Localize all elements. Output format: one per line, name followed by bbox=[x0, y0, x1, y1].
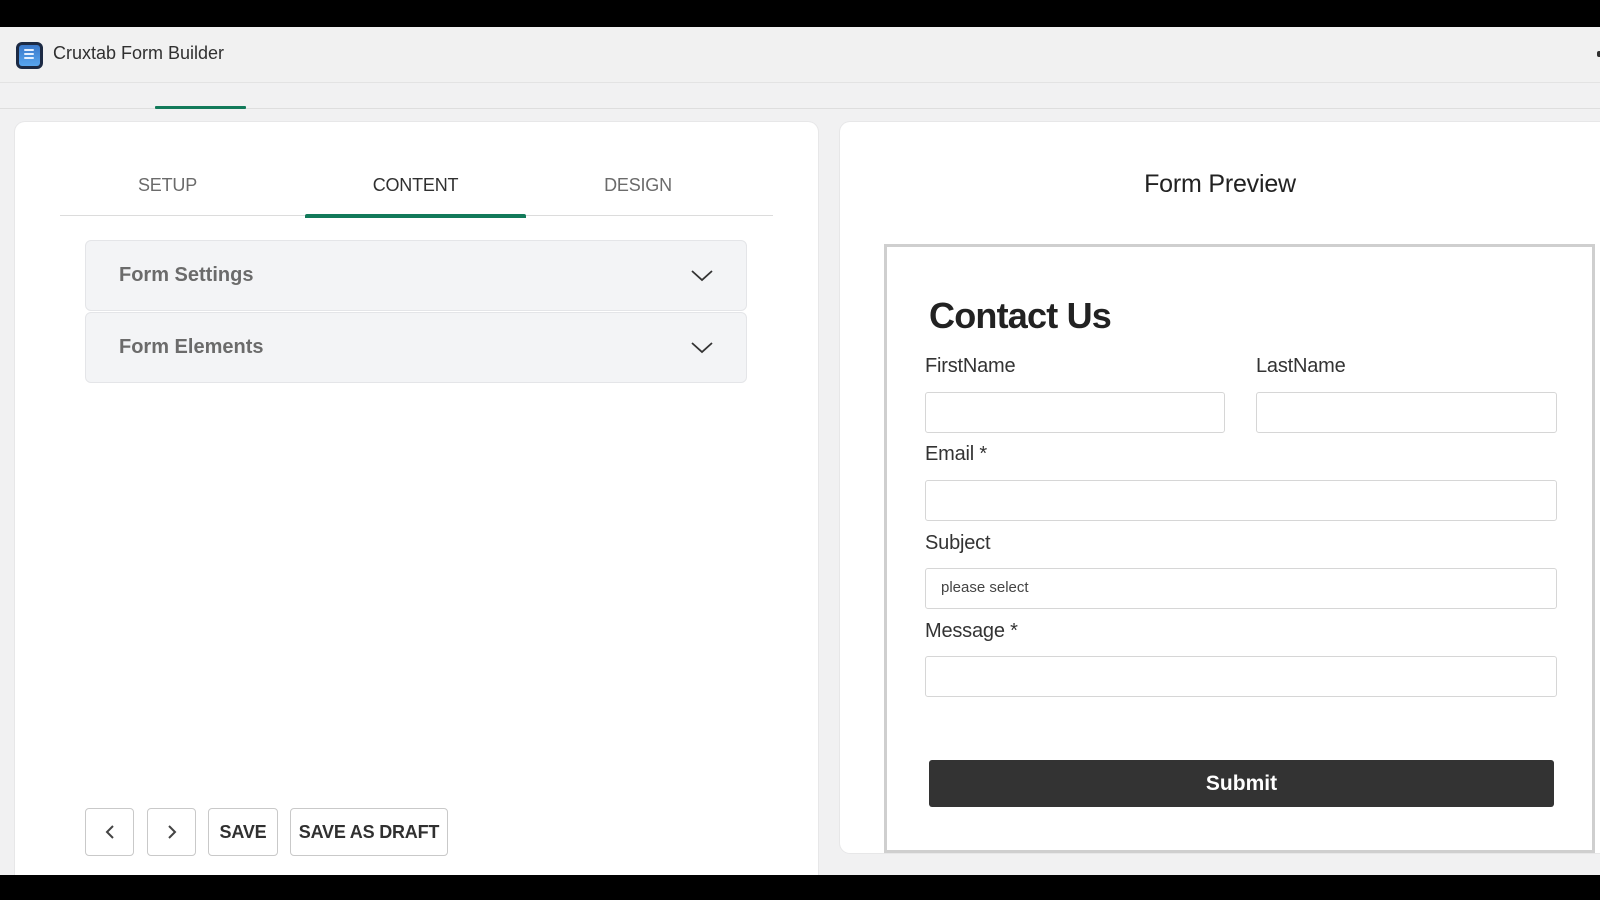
subject-label: Subject bbox=[925, 532, 991, 554]
last-name-input[interactable] bbox=[1256, 392, 1557, 433]
app-title: Cruxtab Form Builder bbox=[53, 43, 225, 63]
app-header: Cruxtab Form Builder bbox=[0, 27, 1600, 83]
screen-top-bezel bbox=[0, 0, 1600, 27]
accordion-title: Form Settings bbox=[119, 264, 254, 286]
chevron-down-icon bbox=[691, 342, 713, 354]
message-label: Message * bbox=[925, 620, 1018, 642]
accordion-form-elements[interactable]: Form Elements bbox=[85, 312, 747, 383]
email-label: Email * bbox=[925, 443, 987, 465]
next-button[interactable] bbox=[147, 808, 196, 856]
active-nav-indicator bbox=[155, 106, 246, 109]
submit-button[interactable]: Submit bbox=[929, 760, 1554, 807]
email-input[interactable] bbox=[925, 480, 1557, 521]
first-name-label: FirstName bbox=[925, 355, 1016, 377]
screen-bottom-bezel bbox=[0, 875, 1600, 900]
first-name-input[interactable] bbox=[925, 392, 1225, 433]
message-input[interactable] bbox=[925, 656, 1557, 697]
app-nav-strip bbox=[0, 84, 1600, 109]
form-preview-frame: Contact Us FirstName LastName Email * Su… bbox=[884, 244, 1595, 853]
preview-title: Form Preview bbox=[1144, 170, 1296, 198]
tab-content[interactable]: CONTENT bbox=[305, 157, 526, 218]
subject-select[interactable]: please select bbox=[925, 568, 1557, 609]
save-button[interactable]: SAVE bbox=[208, 808, 278, 856]
app-window: Cruxtab Form Builder SETUP CONTENT DESIG… bbox=[0, 27, 1600, 892]
editor-tabs: SETUP CONTENT DESIGN bbox=[60, 157, 773, 218]
form-heading: Contact Us bbox=[929, 295, 1112, 336]
previous-button[interactable] bbox=[85, 808, 134, 856]
chevron-down-icon bbox=[691, 270, 713, 282]
tab-design[interactable]: DESIGN bbox=[538, 157, 738, 216]
chevron-right-icon bbox=[167, 825, 176, 839]
preview-panel: Form Preview Contact Us FirstName LastNa… bbox=[840, 122, 1600, 853]
accordion-form-settings[interactable]: Form Settings bbox=[85, 240, 747, 311]
tab-setup[interactable]: SETUP bbox=[90, 157, 245, 216]
accordion-title: Form Elements bbox=[119, 336, 264, 358]
save-as-draft-button[interactable]: SAVE AS DRAFT bbox=[290, 808, 448, 856]
form-builder-app-icon bbox=[16, 42, 43, 69]
chevron-left-icon bbox=[105, 825, 114, 839]
last-name-label: LastName bbox=[1256, 355, 1346, 377]
editor-panel: SETUP CONTENT DESIGN Form Settings Form … bbox=[15, 122, 818, 892]
